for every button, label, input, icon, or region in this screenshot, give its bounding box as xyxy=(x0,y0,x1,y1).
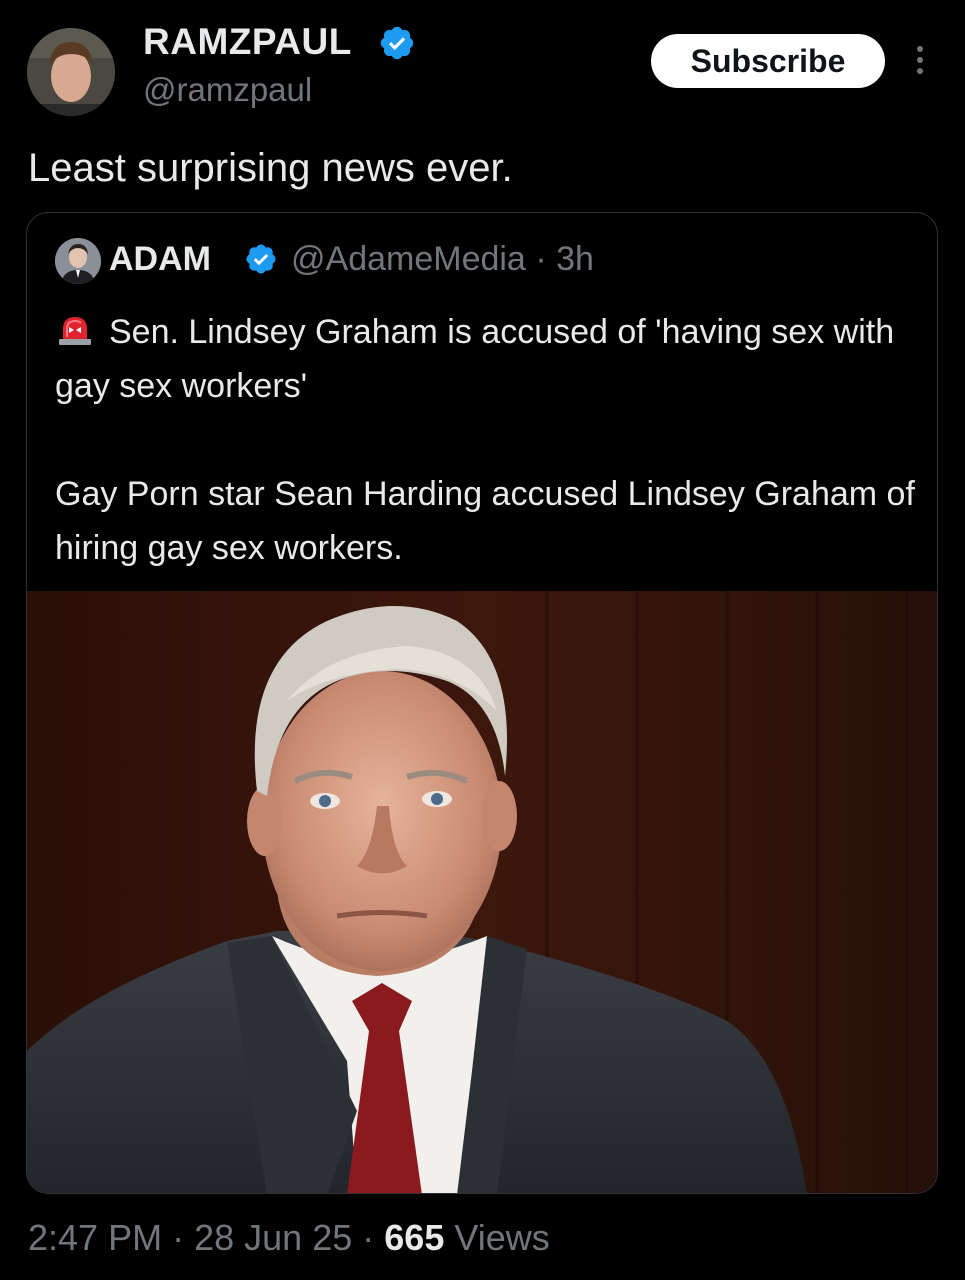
quoted-tweet-paragraph: Sen. Lindsey Graham is accused of 'havin… xyxy=(55,305,915,413)
tweet-date[interactable]: 28 Jun 25 xyxy=(194,1217,352,1258)
quoted-tweet-text: Sen. Lindsey Graham is accused of 'havin… xyxy=(55,305,915,575)
verified-badge-icon xyxy=(380,26,414,60)
meta-separator: · xyxy=(362,1217,375,1258)
author-avatar[interactable] xyxy=(27,28,115,116)
author-handle[interactable]: @ramzpaul xyxy=(143,70,312,110)
meta-separator: · xyxy=(172,1217,185,1258)
quoted-tweet-paragraph: Gay Porn star Sean Harding accused Linds… xyxy=(55,475,915,567)
views-label: Views xyxy=(454,1217,550,1258)
more-options-icon[interactable] xyxy=(908,40,932,80)
subscribe-button[interactable]: Subscribe xyxy=(651,34,885,88)
tweet-metadata: 2:47 PM · 28 Jun 25 · 665 Views xyxy=(28,1214,550,1262)
quoted-author-handle[interactable]: @AdameMedia xyxy=(291,240,526,278)
quoted-tweet-card[interactable]: ADAM @AdameMedia · 3h Sen. Lindsey Graha… xyxy=(26,212,938,1194)
quoted-author-avatar[interactable] xyxy=(55,238,101,284)
author-display-name[interactable]: RAMZPAUL xyxy=(143,20,352,64)
police-siren-icon xyxy=(59,317,91,345)
quoted-tweet-age[interactable]: 3h xyxy=(556,240,594,278)
senator-portrait-image xyxy=(27,591,937,1193)
meta-separator: · xyxy=(535,240,547,278)
tweet-time[interactable]: 2:47 PM xyxy=(28,1217,162,1258)
quoted-tweet-photo[interactable] xyxy=(27,591,937,1193)
quoted-verified-badge-icon xyxy=(246,244,276,274)
quoted-author-meta: @AdameMedia · 3h xyxy=(291,236,594,282)
quoted-tweet-line1: Sen. Lindsey Graham is accused of 'havin… xyxy=(55,313,895,405)
quoted-author-display-name[interactable]: ADAM xyxy=(109,236,211,282)
views-count[interactable]: 665 xyxy=(384,1217,444,1258)
tweet-text: Least surprising news ever. xyxy=(28,146,513,190)
